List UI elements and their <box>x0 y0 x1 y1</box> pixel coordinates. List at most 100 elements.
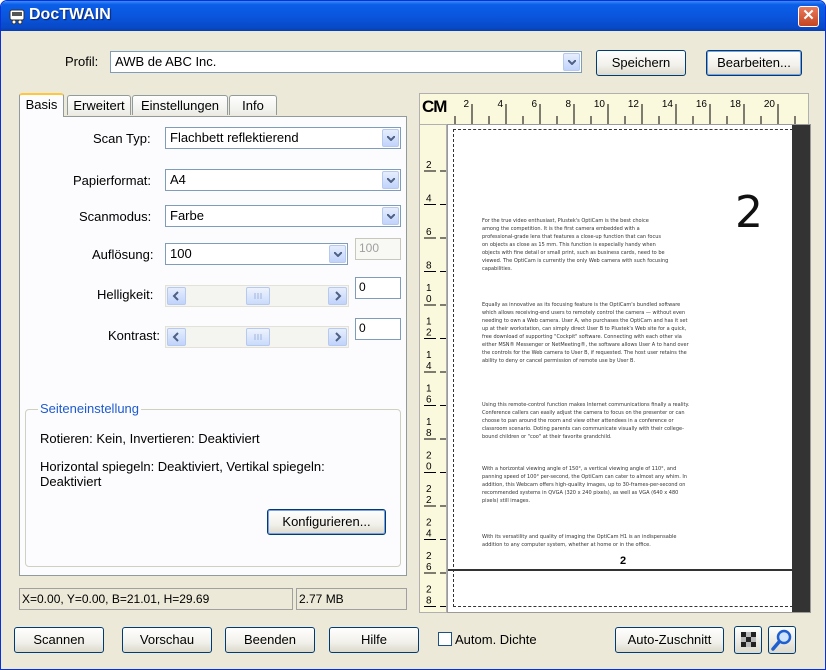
zoom-button[interactable] <box>768 626 796 654</box>
ruler-tick-label: 2 <box>426 495 432 506</box>
arrow-right-icon[interactable] <box>328 328 347 346</box>
ruler-tick-label: 2 <box>463 99 469 110</box>
coordinates-status: X=0.00, Y=0.00, B=21.01, H=29.69 <box>19 588 293 610</box>
mirror-text-line2: Deaktiviert <box>40 474 102 489</box>
tab-erweitert[interactable]: Erweitert <box>67 95 131 115</box>
scan-type-label: Scan Typ: <box>93 131 151 146</box>
doc-text-line: among the competition. It is the first c… <box>482 226 640 232</box>
doc-text-line: recommended systems in QVGA (320 x 240 p… <box>482 490 679 496</box>
doc-text-line: professional-grade lens that features a … <box>482 234 661 240</box>
contrast-slider[interactable] <box>165 326 349 348</box>
ruler-tick-label: 1 <box>426 417 432 428</box>
brightness-slider-thumb[interactable] <box>246 287 270 305</box>
close-button[interactable]: ✕ <box>798 6 819 27</box>
scanner-icon <box>9 9 25 25</box>
paper-format-select[interactable]: A4 <box>165 169 401 191</box>
scan-preview-area[interactable]: 2 For the true video enthusiast, Plustek… <box>447 124 811 613</box>
doc-text-line: on objects as close as 15 mm. This funct… <box>482 242 656 248</box>
auto-crop-button[interactable]: Auto-Zuschnitt <box>615 627 724 653</box>
brightness-slider[interactable] <box>165 285 349 307</box>
ruler-tick-label: 0 <box>426 294 432 305</box>
doc-text-line: free download of supporting "Cockpit" so… <box>482 334 682 340</box>
ruler-tick-label: 18 <box>730 99 742 110</box>
doc-text-line: which allows receiving-end users to remo… <box>482 310 686 316</box>
doc-text-line: Equally as innovative as its focusing fe… <box>482 302 681 308</box>
tab-einstellungen[interactable]: Einstellungen <box>132 95 228 115</box>
doc-text-line: capabilities. <box>482 266 513 272</box>
doc-text-line: up at their workstation, can simply dire… <box>482 326 687 332</box>
save-profile-button[interactable]: Speichern <box>596 50 686 76</box>
arrow-right-icon[interactable] <box>328 287 347 305</box>
brightness-label: Helligkeit: <box>97 287 154 302</box>
ruler-tick-label: 1 <box>426 317 432 328</box>
chevron-down-icon[interactable] <box>563 53 580 71</box>
scan-mode-label: Scanmodus: <box>79 209 152 224</box>
chevron-down-icon[interactable] <box>382 129 399 147</box>
doc-text-line: addition to any computer system, whether… <box>482 542 651 548</box>
ruler-tick-label: 8 <box>426 261 432 272</box>
contrast-slider-thumb[interactable] <box>246 328 270 346</box>
chevron-down-icon[interactable] <box>382 171 399 189</box>
ruler-tick-label: 1 <box>426 384 432 395</box>
scan-button[interactable]: Scannen <box>14 627 104 653</box>
window-title: DocTWAIN <box>29 6 111 23</box>
ruler-tick-label: 10 <box>594 99 606 110</box>
paper-format-label: Papierformat: <box>73 173 152 188</box>
ruler-tick-label: 4 <box>426 361 432 372</box>
ruler-tick-label: 20 <box>764 99 776 110</box>
doc-text-line: classroom scenario. Doting parents can c… <box>482 426 684 432</box>
ruler-tick-label: 16 <box>696 99 708 110</box>
auto-density-label[interactable]: Autom. Dichte <box>455 632 537 647</box>
magnifier-icon <box>771 629 792 651</box>
doc-text-line: ability to deny or cancel permission of … <box>482 358 636 364</box>
doc-text-line: the controls for the Web camera to User … <box>482 350 687 356</box>
doc-text-line: either MSN® Messenger or NetMeeting®, th… <box>482 342 689 348</box>
arrow-left-icon[interactable] <box>167 287 186 305</box>
ruler-tick-label: 14 <box>662 99 674 110</box>
doc-text-line: For the true video enthusiast, Plustek's… <box>482 218 649 224</box>
ruler-tick-label: 2 <box>426 328 432 339</box>
chevron-down-icon[interactable] <box>329 245 346 263</box>
resolution-value: 100 <box>170 246 192 261</box>
contrast-value-box[interactable]: 0 <box>355 318 401 340</box>
file-size-status: 2.77 MB <box>296 588 407 610</box>
tab-basis[interactable]: Basis <box>19 93 64 117</box>
title-bar[interactable]: DocTWAIN ✕ <box>1 1 825 31</box>
chevron-down-icon[interactable] <box>382 207 399 225</box>
ruler-tick-label: 2 <box>426 518 432 529</box>
brightness-value-box[interactable]: 0 <box>355 277 401 299</box>
auto-density-checkbox[interactable] <box>438 632 452 646</box>
doc-text-line: bound children or "coo" at their favorit… <box>482 434 612 440</box>
top-ruler: 2 4 6 8 10 12 14 16 18 20 <box>419 93 809 125</box>
doc-text-line: Using this remote-control function makes… <box>482 402 690 408</box>
doc-text-line: panning speed of 100° per-second, the Op… <box>482 474 688 480</box>
scan-mode-select[interactable]: Farbe <box>165 205 401 227</box>
mirror-text-line1: Horizontal spiegeln: Deaktiviert, Vertik… <box>40 459 325 474</box>
doc-page-number: 2 <box>735 187 763 238</box>
ruler-tick-label: 2 <box>426 551 432 562</box>
profile-value: AWB de ABC Inc. <box>115 54 217 69</box>
tab-info[interactable]: Info <box>229 95 277 115</box>
configure-button[interactable]: Konfigurieren... <box>267 509 386 535</box>
checkerboard-button[interactable] <box>734 626 762 654</box>
ruler-tick-label: 6 <box>426 227 432 238</box>
help-button[interactable]: Hilfe <box>329 627 419 653</box>
preview-button[interactable]: Vorschau <box>122 627 212 653</box>
exit-button[interactable]: Beenden <box>225 627 315 653</box>
doc-text-line: With its versatility and quality of imag… <box>482 534 677 540</box>
scan-type-select[interactable]: Flachbett reflektierend <box>165 127 401 149</box>
profile-select[interactable]: AWB de ABC Inc. <box>110 51 582 73</box>
paper-format-value: A4 <box>170 172 186 187</box>
ruler-tick-label: 8 <box>426 596 432 607</box>
ruler-tick-label: 4 <box>497 99 503 110</box>
ruler-tick-label: 1 <box>426 350 432 361</box>
resolution-select[interactable]: 100 <box>165 243 348 265</box>
ruler-tick-label: 12 <box>628 99 640 110</box>
doc-text-line: needing to own a Web camera. User A, who… <box>482 318 688 324</box>
doc-text-line: choose to pan around the room and view o… <box>482 418 674 424</box>
ruler-tick-label: 2 <box>426 585 432 596</box>
arrow-left-icon[interactable] <box>167 328 186 346</box>
resolution-label: Auflösung: <box>92 247 154 262</box>
edit-profile-button[interactable]: Bearbeiten... <box>706 50 802 76</box>
scan-type-value: Flachbett reflektierend <box>170 130 299 145</box>
